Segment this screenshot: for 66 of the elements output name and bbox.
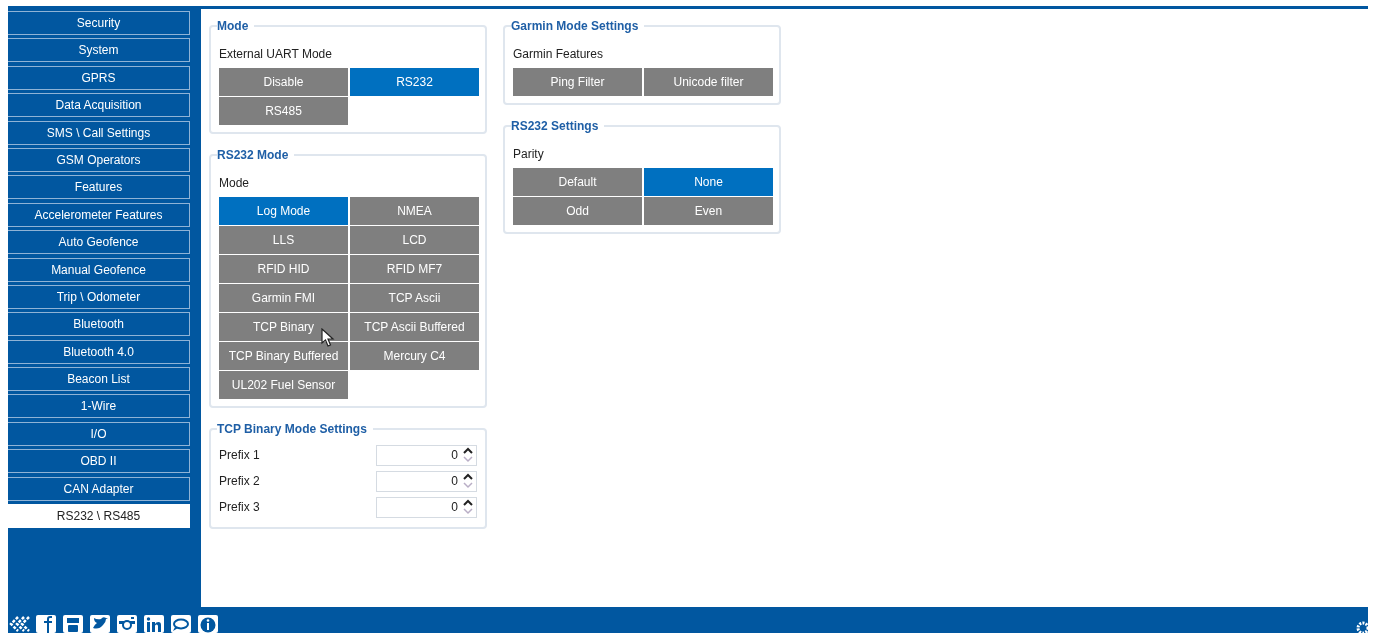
option-button[interactable]: NMEA [350, 197, 479, 225]
sidebar-item[interactable]: Auto Geofence [8, 230, 190, 255]
field-label: External UART Mode [219, 47, 332, 61]
sidebar-item[interactable]: CAN Adapter [8, 476, 190, 501]
gear-icon[interactable] [1354, 619, 1368, 633]
option-button[interactable]: Even [644, 197, 773, 225]
group-title: Mode [217, 19, 250, 33]
option-button[interactable]: Disable [219, 68, 348, 96]
bird-icon[interactable] [89, 614, 111, 633]
option-button[interactable]: Default [513, 168, 642, 196]
sidebar-item[interactable]: Trip \ Odometer [8, 284, 190, 309]
option-button[interactable]: Odd [513, 197, 642, 225]
number-field[interactable]: 0 [376, 470, 477, 492]
sidebar-item[interactable]: I/O [8, 421, 190, 446]
field-label: Prefix 1 [219, 448, 260, 462]
sidebar-item[interactable]: Security [8, 11, 190, 35]
linkedin-icon[interactable] [143, 614, 165, 633]
option-button[interactable]: Unicode filter [644, 68, 773, 96]
group-title: RS232 Mode [217, 148, 290, 162]
info-icon[interactable] [197, 614, 219, 633]
group-title: TCP Binary Mode Settings [217, 422, 368, 436]
group-title: RS232 Settings [511, 119, 600, 133]
sidebar-item[interactable]: GPRS [8, 65, 190, 90]
sidebar-item[interactable]: Data Acquisition [8, 93, 190, 118]
sidebar-item[interactable]: OBD II [8, 449, 190, 474]
option-button[interactable]: Mercury C4 [350, 342, 479, 370]
option-button[interactable]: RS485 [219, 97, 348, 125]
number-field[interactable]: 0 [376, 496, 477, 518]
sidebar-item[interactable]: Bluetooth [8, 312, 190, 337]
sidebar-item[interactable]: GSM Operators [8, 147, 190, 172]
option-button[interactable]: TCP Ascii Buffered [350, 313, 479, 341]
sidebar-item[interactable]: System [8, 38, 190, 63]
mouse-pointer-icon [321, 328, 335, 348]
sidebar-item[interactable]: Manual Geofence [8, 257, 190, 282]
spinner-arrows-icon[interactable] [462, 497, 474, 516]
option-button[interactable]: Log Mode [219, 197, 348, 225]
sidebar-item[interactable]: Features [8, 175, 190, 200]
option-button[interactable]: Ping Filter [513, 68, 642, 96]
spinner-arrows-icon[interactable] [462, 471, 474, 490]
field-label: Parity [513, 147, 544, 161]
sidebar-item[interactable]: Beacon List [8, 367, 190, 392]
option-button[interactable]: None [644, 168, 773, 196]
group-title: Garmin Mode Settings [511, 19, 640, 33]
option-button[interactable]: UL202 Fuel Sensor [219, 371, 348, 399]
sidebar-item[interactable]: Bluetooth 4.0 [8, 339, 190, 364]
option-button[interactable]: TCP Ascii [350, 284, 479, 312]
option-button[interactable]: LLS [219, 226, 348, 254]
number-field[interactable]: 0 [376, 444, 477, 466]
field-label: Mode [219, 176, 250, 190]
spinner-arrows-icon[interactable] [462, 445, 474, 464]
option-button[interactable]: RFID MF7 [350, 255, 479, 283]
sidebar-item[interactable]: 1-Wire [8, 394, 190, 419]
option-button[interactable]: Garmin FMI [219, 284, 348, 312]
option-button[interactable]: TCP Binary [219, 313, 348, 341]
sidebar-item[interactable]: RS232 \ RS485 [8, 504, 190, 529]
sidebar-item[interactable]: Accelerometer Features [8, 202, 190, 227]
sidebar-item[interactable]: SMS \ Call Settings [8, 120, 190, 145]
option-button[interactable]: RFID HID [219, 255, 348, 283]
field-label: Prefix 2 [219, 474, 260, 488]
facebook-icon[interactable] [35, 614, 57, 633]
field-label: Prefix 3 [219, 500, 260, 514]
chat-icon[interactable] [170, 614, 192, 633]
option-button[interactable]: TCP Binary Buffered [219, 342, 348, 370]
option-button[interactable]: RS232 [350, 68, 479, 96]
field-label: Garmin Features [513, 47, 604, 61]
option-button[interactable]: LCD [350, 226, 479, 254]
